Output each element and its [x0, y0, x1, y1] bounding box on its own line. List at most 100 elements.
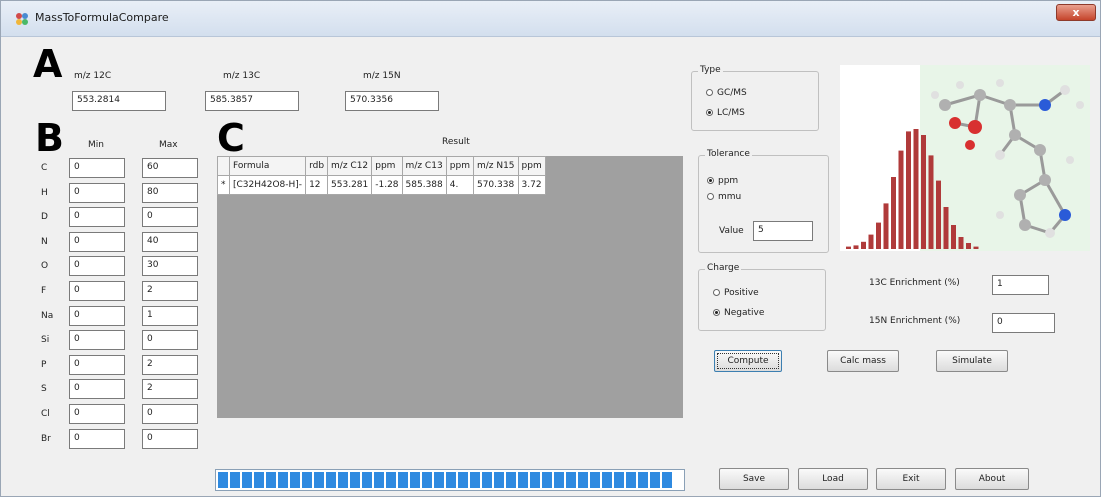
column-header[interactable]: m/z C13 [401, 156, 447, 176]
exit-button[interactable]: Exit [876, 468, 946, 490]
mz-13c-field[interactable]: 585.3857 [205, 91, 299, 111]
element-min-field[interactable]: 0 [69, 306, 125, 326]
element-min-field[interactable]: 0 [69, 404, 125, 424]
charge-group: Charge Positive Negative [698, 263, 826, 331]
progress-segment [398, 472, 408, 488]
progress-segment [506, 472, 516, 488]
column-header[interactable]: m/z N15 [472, 156, 519, 176]
progress-segment [554, 472, 564, 488]
progress-segment [422, 472, 432, 488]
progress-segment [362, 472, 372, 488]
element-max-field[interactable]: 80 [142, 183, 198, 203]
element-min-field[interactable]: 0 [69, 232, 125, 252]
result-label: Result [442, 137, 470, 147]
element-symbol: S [41, 384, 47, 394]
histogram-bar [921, 135, 926, 249]
element-max-field[interactable]: 0 [142, 207, 198, 227]
histogram-bar [906, 131, 911, 249]
element-min-field[interactable]: 0 [69, 330, 125, 350]
element-max-field[interactable]: 2 [142, 281, 198, 301]
column-header[interactable]: ppm [371, 156, 403, 176]
column-header[interactable]: m/z C12 [327, 156, 373, 176]
tolerance-ppm-radio[interactable]: ppm [707, 176, 738, 186]
progress-segment [218, 472, 228, 488]
radio-dot-selected [707, 177, 714, 184]
element-min-field[interactable]: 0 [69, 158, 125, 178]
element-symbol: C [41, 163, 48, 173]
tolerance-mmu-radio[interactable]: mmu [707, 192, 741, 202]
app-window: MassToFormulaCompare x A m/z 12C 553.281… [0, 0, 1101, 497]
element-min-field[interactable]: 0 [69, 429, 125, 449]
element-min-field[interactable]: 0 [69, 207, 125, 227]
element-symbol: Cl [41, 409, 50, 419]
progress-segment [650, 472, 660, 488]
element-max-field[interactable]: 2 [142, 379, 198, 399]
mz-c12-cell[interactable]: 553.281 [327, 175, 373, 195]
progress-segment [614, 472, 624, 488]
element-max-field[interactable]: 0 [142, 330, 198, 350]
progress-segment [266, 472, 276, 488]
progress-segment [314, 472, 324, 488]
tolerance-value-label: Value [719, 226, 744, 236]
progress-bar [215, 469, 685, 491]
histogram-bar [876, 222, 881, 249]
close-button[interactable]: x [1056, 4, 1096, 21]
element-min-field[interactable]: 0 [69, 355, 125, 375]
element-max-field[interactable]: 2 [142, 355, 198, 375]
row-marker-header [217, 156, 230, 176]
progress-segment [338, 472, 348, 488]
compute-button[interactable]: Compute [714, 350, 782, 372]
element-max-field[interactable]: 1 [142, 306, 198, 326]
calc-mass-button[interactable]: Calc mass [827, 350, 899, 372]
progress-segment [566, 472, 576, 488]
element-max-field[interactable]: 0 [142, 429, 198, 449]
save-button[interactable]: Save [719, 468, 789, 490]
histogram-bar [958, 237, 964, 249]
column-header[interactable]: ppm [445, 156, 474, 176]
mz-n15-cell[interactable]: 570.338 [472, 175, 519, 195]
result-grid[interactable]: Formula rdb m/z C12 ppm m/z C13 ppm m/z … [217, 156, 683, 418]
column-header[interactable]: ppm [517, 156, 546, 176]
mz-12c-field[interactable]: 553.2814 [72, 91, 166, 111]
element-min-field[interactable]: 0 [69, 183, 125, 203]
ppm-cell[interactable]: 4. [445, 175, 474, 195]
progress-segment [542, 472, 552, 488]
element-max-field[interactable]: 40 [142, 232, 198, 252]
type-group-title: Type [698, 65, 723, 75]
section-letter-c: C [217, 116, 245, 160]
ppm-cell[interactable]: 3.72 [517, 175, 546, 195]
c13-enrichment-field[interactable]: 1 [992, 275, 1049, 295]
column-header[interactable]: rdb [305, 156, 329, 176]
radio-dot [706, 89, 713, 96]
charge-positive-radio[interactable]: Positive [713, 288, 759, 298]
n15-enrichment-field[interactable]: 0 [992, 313, 1055, 333]
formula-cell[interactable]: [C32H42O8-H]- [228, 175, 307, 195]
progress-segment [434, 472, 444, 488]
element-max-field[interactable]: 30 [142, 256, 198, 276]
ppm-cell[interactable]: -1.28 [371, 175, 403, 195]
element-symbol: Br [41, 434, 51, 444]
load-button[interactable]: Load [798, 468, 868, 490]
element-max-field[interactable]: 0 [142, 404, 198, 424]
row-marker: * [217, 175, 230, 195]
progress-segment [494, 472, 504, 488]
charge-negative-radio[interactable]: Negative [713, 308, 764, 318]
progress-segment [458, 472, 468, 488]
mz-15n-field[interactable]: 570.3356 [345, 91, 439, 111]
element-max-field[interactable]: 60 [142, 158, 198, 178]
progress-segment [518, 472, 528, 488]
progress-segment [326, 472, 336, 488]
table-row[interactable]: * [C32H42O8-H]- 12 553.281 -1.28 585.388… [217, 175, 546, 195]
column-header[interactable]: Formula [228, 156, 307, 176]
element-min-field[interactable]: 0 [69, 256, 125, 276]
rdb-cell[interactable]: 12 [305, 175, 329, 195]
simulate-button[interactable]: Simulate [936, 350, 1008, 372]
mz-c13-cell[interactable]: 585.388 [401, 175, 447, 195]
element-min-field[interactable]: 0 [69, 281, 125, 301]
type-gcms-radio[interactable]: GC/MS [706, 88, 747, 98]
tolerance-value-field[interactable]: 5 [753, 221, 813, 241]
element-min-field[interactable]: 0 [69, 379, 125, 399]
type-lcms-radio[interactable]: LC/MS [706, 108, 745, 118]
about-button[interactable]: About [955, 468, 1029, 490]
progress-segment [278, 472, 288, 488]
